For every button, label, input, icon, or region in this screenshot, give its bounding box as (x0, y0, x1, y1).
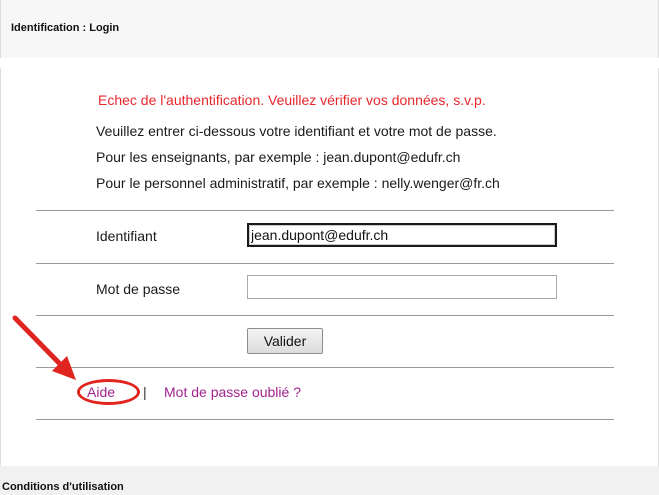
divider (36, 419, 614, 420)
error-message: Echec de l'authentification. Veuillez vé… (98, 92, 486, 108)
help-link[interactable]: Aide (87, 384, 115, 400)
username-label: Identifiant (96, 228, 157, 244)
divider (36, 210, 614, 211)
terms-of-use-label: Conditions d'utilisation (2, 481, 124, 493)
footer-bar: Conditions d'utilisation (0, 466, 659, 495)
example-admin-text: Pour le personnel administratif, par exe… (96, 175, 500, 191)
divider (36, 263, 614, 264)
login-panel: Echec de l'authentification. Veuillez vé… (0, 68, 659, 466)
divider (36, 367, 614, 368)
password-input[interactable] (247, 275, 557, 299)
page-title: Identification : Login (11, 22, 120, 34)
submit-button[interactable]: Valider (247, 328, 323, 354)
example-teachers-text: Pour les enseignants, par exemple : jean… (96, 149, 461, 165)
instruction-text: Veuillez entrer ci-dessous votre identif… (96, 123, 497, 139)
password-label: Mot de passe (96, 281, 181, 297)
login-page: Identification : Login Echec de l'authen… (0, 0, 659, 495)
link-separator: | (143, 384, 147, 400)
username-input[interactable] (247, 223, 557, 247)
forgot-password-link[interactable]: Mot de passe oublié ? (164, 384, 301, 400)
spacer (0, 58, 659, 68)
divider (36, 315, 614, 316)
header-bar: Identification : Login (0, 0, 659, 58)
